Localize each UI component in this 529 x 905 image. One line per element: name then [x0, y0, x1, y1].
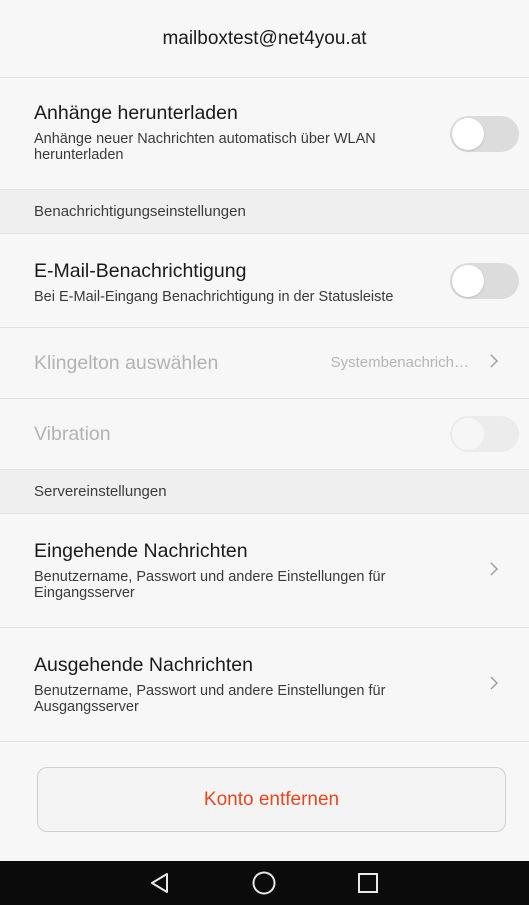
system-navigation-bar	[0, 861, 529, 905]
home-circle-icon[interactable]	[234, 861, 294, 905]
remove-account-label: Konto entfernen	[203, 788, 340, 810]
email-notification-subtitle: Bei E-Mail-Eingang Benachrichtigung in d…	[34, 289, 394, 305]
toggle-knob	[452, 117, 484, 150]
chevron-right-icon	[489, 561, 499, 582]
outgoing-server-title: Ausgehende Nachrichten	[34, 654, 253, 676]
toggle-knob	[452, 264, 484, 297]
account-header: mailboxtest@net4you.at	[0, 0, 529, 78]
download-attachments-title: Anhänge herunterladen	[34, 102, 238, 124]
vibration-row[interactable]: Vibration	[0, 399, 529, 470]
vibration-title: Vibration	[34, 422, 111, 445]
ringtone-value: Systembenachrich…	[330, 354, 469, 371]
incoming-server-title: Eingehende Nachrichten	[34, 540, 248, 562]
incoming-server-row[interactable]: Eingehende Nachrichten Benutzername, Pas…	[0, 514, 529, 628]
download-attachments-toggle[interactable]	[450, 115, 519, 152]
incoming-server-subtitle: Benutzername, Passwort und andere Einste…	[34, 569, 386, 601]
section-header-notifications: Benachrichtigungseinstellungen	[0, 190, 529, 234]
ringtone-row[interactable]: Klingelton auswählen Systembenachrich…	[0, 328, 529, 399]
ringtone-title: Klingelton auswählen	[34, 351, 219, 374]
chevron-right-icon	[489, 353, 499, 374]
outgoing-server-subtitle: Benutzername, Passwort und andere Einste…	[34, 683, 386, 715]
section-header-server: Servereinstellungen	[0, 470, 529, 514]
toggle-knob	[452, 418, 484, 450]
email-notification-toggle[interactable]	[450, 262, 519, 299]
outgoing-server-row[interactable]: Ausgehende Nachrichten Benutzername, Pas…	[0, 628, 529, 742]
back-triangle-icon[interactable]	[130, 861, 190, 905]
section-notifications-label: Benachrichtigungseinstellungen	[34, 203, 246, 220]
recents-square-icon[interactable]	[338, 861, 398, 905]
section-server-label: Servereinstellungen	[34, 483, 167, 500]
email-notification-row[interactable]: E-Mail-Benachrichtigung Bei E-Mail-Einga…	[0, 234, 529, 328]
account-email-title: mailboxtest@net4you.at	[162, 27, 367, 49]
download-attachments-subtitle: Anhänge neuer Nachrichten automatisch üb…	[34, 131, 376, 163]
email-notification-title: E-Mail-Benachrichtigung	[34, 260, 247, 282]
chevron-right-icon	[489, 675, 499, 696]
download-attachments-row[interactable]: Anhänge herunterladen Anhänge neuer Nach…	[0, 78, 529, 190]
vibration-toggle[interactable]	[450, 416, 519, 452]
remove-account-button[interactable]: Konto entfernen	[37, 767, 506, 832]
